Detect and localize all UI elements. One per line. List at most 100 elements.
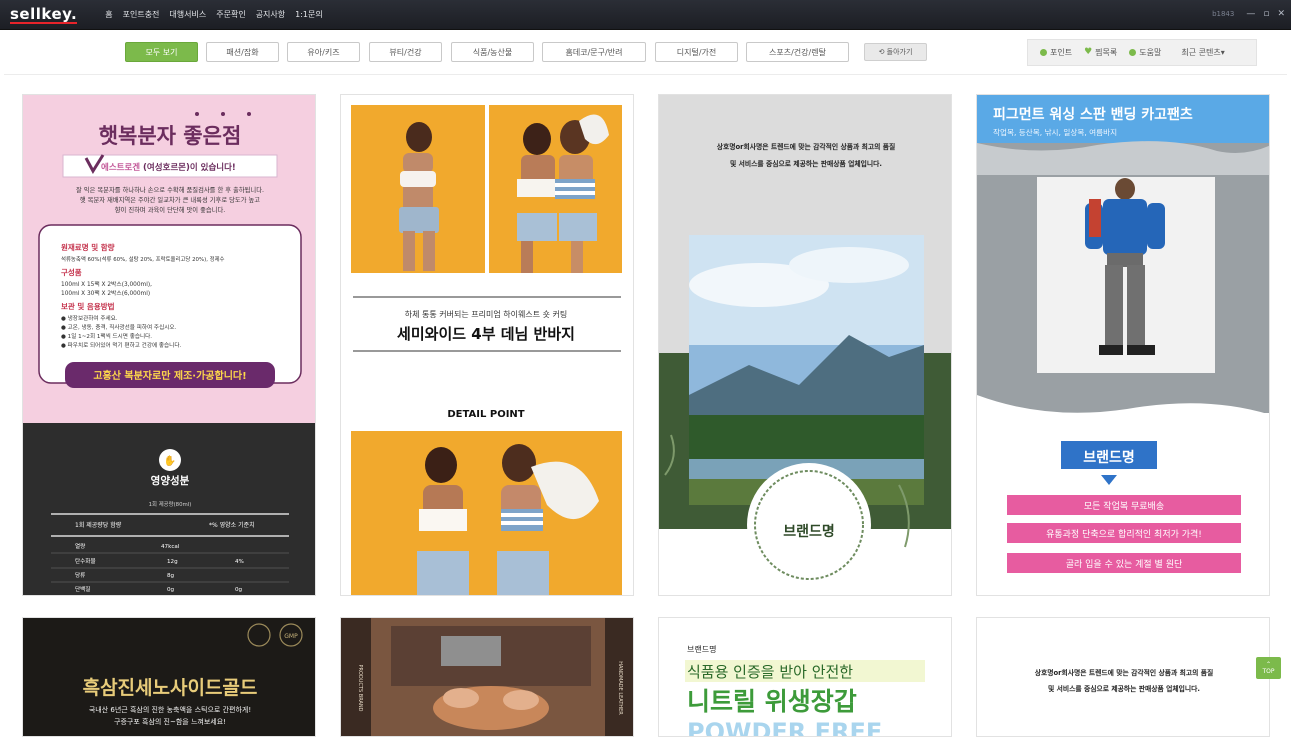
cargo-benefit-1: 모든 작업복 무료배송 [1084,501,1164,512]
nutrition-row-name: 단백질 [75,585,90,593]
denim-subtitle: 하체 통통 커버되는 프리미엄 하이웨스트 숏 커팅 [405,309,567,319]
bokbunja-desc-1: 잘 익은 복분자를 하나하나 손으로 수확해 품질검사를 한 후 출하됩니다. [76,185,264,194]
nutrition-row-pct: 0g [235,587,243,593]
card-denim-art: 하체 통통 커버되는 프리미엄 하이웨스트 숏 커팅 세미와이드 4부 데님 반… [341,95,633,595]
product-card-cargo-pants[interactable]: 피그먼트 워싱 스판 밴딩 카고팬츠 작업복, 등산복, 낚시, 일상복, 여름… [976,94,1270,596]
back-button[interactable]: ⟲ 돌아가기 [864,43,927,61]
help-icon [1129,49,1137,56]
app-logo[interactable]: sellkey. [10,6,78,24]
product-card-denim-shorts[interactable]: 하체 통통 커버되는 프리미엄 하이웨스트 숏 커팅 세미와이드 4부 데님 반… [340,94,634,596]
product-card-black-ginseng[interactable]: GMP 흑삼진세노사이드골드 국내산 6년근 흑삼의 진한 농축액을 스틱으로 … [22,617,316,737]
hand-icon: ✋ [164,454,176,467]
content-grid: 햇복분자 좋은점 에스트로겐 (여성호르몬)이 있습니다! 잘 익은 복분자를 … [4,76,1287,737]
minimize-icon[interactable]: — [1246,9,1255,19]
card-bokbunja-art: 햇복분자 좋은점 에스트로겐 (여성호르몬)이 있습니다! 잘 익은 복분자를 … [23,95,315,595]
leather-left-caption: PRODUCTS BRAND [357,665,363,712]
recent-content-label: 최근 콘텐츠▾ [1181,48,1225,57]
user-id: b1843 [1212,10,1235,18]
bokbunja-desc-2: 햇 복분자 재배지역은 주야간 일교차가 큰 내륙성 기후로 당도가 높고 [80,195,260,204]
landscape-line-2: 및 서비스를 중심으로 제공하는 판매상품 업체입니다. [730,159,882,168]
nutrition-row-amount: 12g [167,559,178,565]
close-icon[interactable]: ✕ [1277,9,1285,19]
point-label: 포인트 [1050,48,1073,57]
category-kids[interactable]: 유아/키즈 [287,42,360,62]
bokbunja-heading-ingredients: 원재료명 및 함량 [61,242,115,252]
scroll-top-label: TOP [1262,668,1275,675]
category-digital[interactable]: 디지털/가전 [655,42,738,62]
cargo-subtitle: 작업복, 등산복, 낚시, 일상복, 여름바지 [993,127,1117,137]
wishlist-label: 찜목록 [1095,48,1118,57]
menu-order-check[interactable]: 주문확인 [216,9,245,20]
utility-box: 포인트 ♥ 찜목록 도움말 최근 콘텐츠▾ [1027,39,1257,66]
nutrition-row-amount: 47kcal [161,544,180,550]
menu-agency-service[interactable]: 대행서비스 [169,9,206,20]
cargo-benefit-3: 골라 입을 수 있는 계절 별 원단 [1066,558,1183,570]
help-link[interactable]: 도움말 [1129,47,1161,58]
card-gloves-art: 브랜드명 식품용 인증을 받아 안전한 니트릴 위생장갑 POWDER FREE [659,618,951,737]
product-card-text-template[interactable]: 상호명or회사명은 트렌드에 맞는 감각적인 상품과 최고의 품질 및 서비스를… [976,617,1270,737]
category-all[interactable]: 모두 보기 [125,42,198,62]
bokbunja-components-2: 100ml X 30팩 X 2박스(6,000ml) [61,289,150,297]
gloves-line-2: 니트릴 위생장갑 [687,687,857,716]
menu-inquiry[interactable]: 1:1문의 [295,9,323,20]
bokbunja-slogan-suffix: (여성호르몬)이 있습니다! [143,162,236,173]
gmp-badge: GMP [284,633,298,640]
bokbunja-storage-3: ● 1일 1~2회 1팩씩 드시면 좋습니다. [61,332,152,340]
wishlist-link[interactable]: ♥ 찜목록 [1084,47,1117,58]
bokbunja-storage-4: ● 파우치로 되어있어 먹기 편하고 건강에 좋습니다. [61,341,181,349]
nutrition-row-name: 탄수화물 [75,557,96,565]
nutrition-title: 영양성분 [151,474,190,487]
nutrition-head-amount: 1회 제공량당 함량 [75,521,122,529]
landscape-brand: 브랜드명 [783,523,835,540]
card-leather-art: PRODUCTS BRAND HANDMADE LEATHER [341,618,633,736]
category-fashion[interactable]: 패션/잡화 [206,42,279,62]
top-menu: 홈 포인트충전 대행서비스 주문확인 공지사항 1:1문의 [105,9,323,20]
category-sports[interactable]: 스포츠/건강/렌탈 [746,42,849,62]
bokbunja-title: 햇복분자 좋은점 [99,124,242,148]
bokbunja-cta: 고흥산 복분자로만 제조·가공합니다! [93,369,246,382]
menu-notice[interactable]: 공지사항 [256,9,285,20]
landscape-line-1: 상호명or회사명은 트렌드에 맞는 감각적인 상품과 최고의 품질 [717,142,896,151]
card-landscape-art: 상호명or회사명은 트렌드에 맞는 감각적인 상품과 최고의 품질 및 서비스를… [659,95,951,595]
cargo-title: 피그먼트 워싱 스판 밴딩 카고팬츠 [993,106,1193,123]
gloves-line-1: 식품용 인증을 받아 안전한 [687,663,853,681]
ginseng-line-1: 국내산 6년근 흑삼의 진한 농축액을 스틱으로 간편하게! [89,705,251,714]
menu-home[interactable]: 홈 [105,9,112,20]
menu-point-charge[interactable]: 포인트충전 [123,9,160,20]
gloves-line-3: POWDER FREE [687,718,882,737]
leather-right-caption: HANDMADE LEATHER [617,661,623,715]
category-beauty[interactable]: 뷰티/건강 [369,42,442,62]
product-card-leather[interactable]: PRODUCTS BRAND HANDMADE LEATHER [340,617,634,737]
recent-content-dropdown[interactable]: 최근 콘텐츠▾ [1181,47,1224,58]
gloves-brand: 브랜드명 [687,644,716,654]
ginseng-title: 흑삼진세노사이드골드 [83,676,258,699]
nutrition-head-pct: *% 영양소 기준치 [209,521,255,529]
help-label: 도움말 [1139,48,1162,57]
product-card-nitrile-gloves[interactable]: 브랜드명 식품용 인증을 받아 안전한 니트릴 위생장갑 POWDER FREE [658,617,952,737]
scroll-top-button[interactable]: ⌃ TOP [1256,657,1281,679]
title-bar: sellkey. 홈 포인트충전 대행서비스 주문확인 공지사항 1:1문의 b… [0,0,1291,30]
product-card-bokbunja[interactable]: 햇복분자 좋은점 에스트로겐 (여성호르몬)이 있습니다! 잘 익은 복분자를 … [22,94,316,596]
bokbunja-heading-storage: 보관 및 음용방법 [61,301,115,311]
category-food[interactable]: 식품/농산물 [451,42,534,62]
card-text-art: 상호명or회사명은 트렌드에 맞는 감각적인 상품과 최고의 품질 및 서비스를… [977,618,1269,736]
cargo-brand: 브랜드명 [1083,449,1135,466]
product-card-landscape[interactable]: 상호명or회사명은 트렌드에 맞는 감각적인 상품과 최고의 품질 및 서비스를… [658,94,952,596]
heart-icon: ♥ [1084,47,1093,57]
bokbunja-desc-3: 향이 진하며 과육이 단단해 맛이 좋습니다. [115,205,226,214]
text-template-line-1: 상호명or회사명은 트렌드에 맞는 감각적인 상품과 최고의 품질 [1035,668,1214,677]
nutrition-row-amount: 8g [167,573,175,579]
arrow-up-icon: ⌃ [1265,661,1272,668]
denim-title: 세미와이드 4부 데님 반바지 [397,325,575,343]
nutrition-row-name: 열량 [75,542,85,550]
bokbunja-ingredients: 석류농축액 60%(석류 60%, 설탕 20%, 프락토올리고당 20%), … [61,255,225,263]
cargo-benefit-2: 유통과정 단축으로 합리적인 최저가 가격! [1046,528,1202,540]
bokbunja-components-1: 100ml X 15팩 X 2박스(3,000ml), [61,280,152,288]
category-bar: 모두 보기 패션/잡화 유아/키즈 뷰티/건강 식품/농산물 홈데코/문구/반려… [4,31,1287,75]
nutrition-row-name: 당류 [75,572,85,579]
point-link[interactable]: 포인트 [1040,47,1072,58]
text-template-line-2: 및 서비스를 중심으로 제공하는 판매상품 업체입니다. [1048,684,1200,693]
category-home-deco[interactable]: 홈데코/문구/반려 [542,42,646,62]
denim-detail-point: DETAIL POINT [447,409,524,420]
restore-icon[interactable]: ▫ [1263,9,1269,19]
